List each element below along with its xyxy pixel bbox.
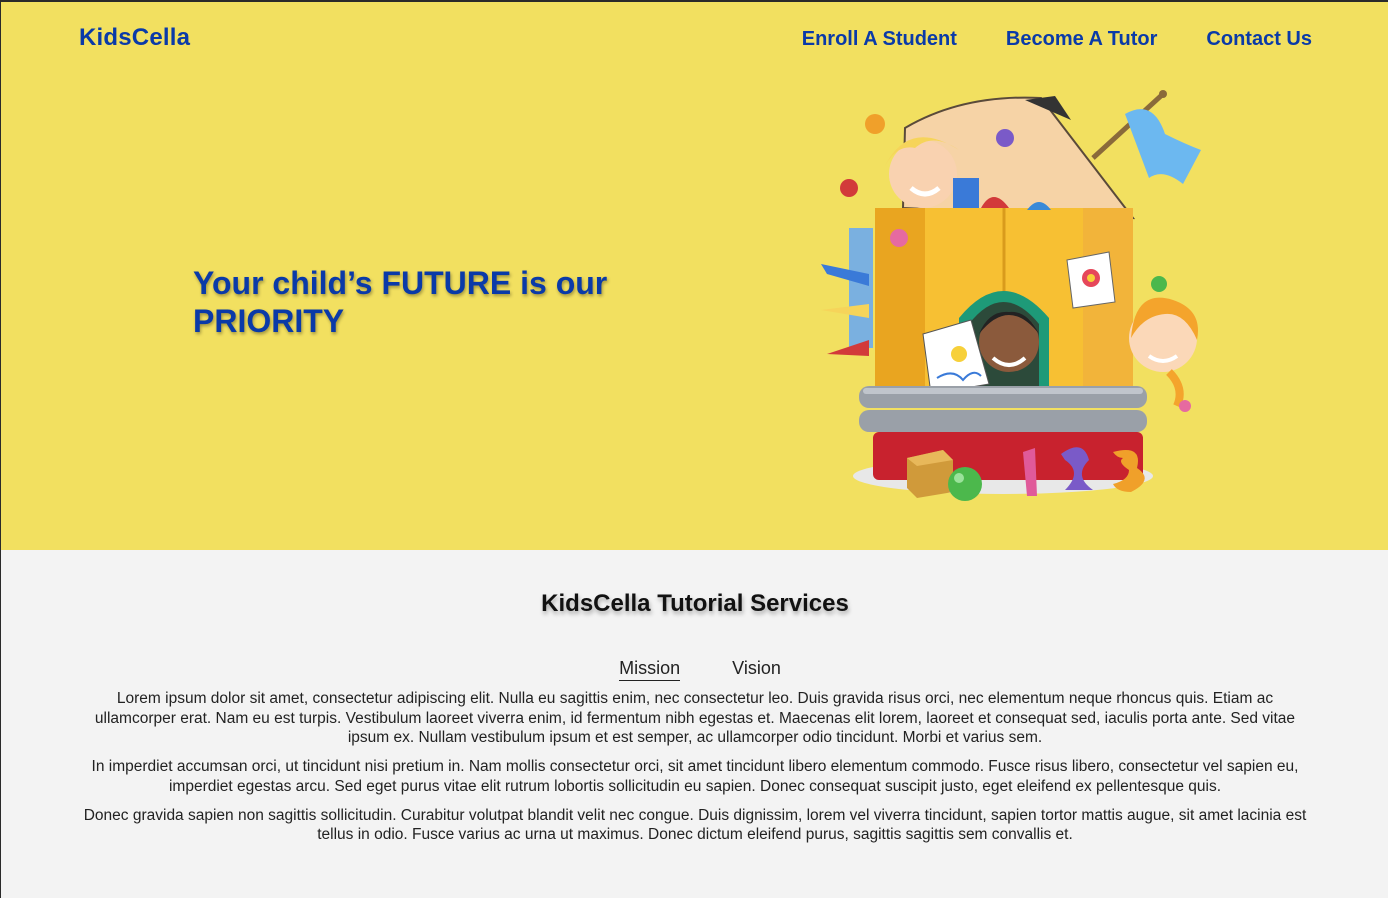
kids-book-illustration: [821, 90, 1201, 501]
services-paragraph: Donec gravida sapien non sagittis sollic…: [83, 806, 1307, 844]
services-tabs: Mission Vision: [1, 658, 1388, 681]
nav-contact-us[interactable]: Contact Us: [1206, 28, 1312, 51]
hero-headline: Your child’s FUTURE is our PRIORITY: [193, 265, 608, 339]
services-section: KidsCella Tutorial Services Mission Visi…: [0, 550, 1388, 898]
services-paragraph: In imperdiet accumsan orci, ut tincidunt…: [91, 758, 1299, 795]
tab-mission[interactable]: Mission: [619, 658, 681, 681]
services-content: Lorem ipsum dolor sit amet, consectetur …: [79, 689, 1311, 854]
services-title: KidsCella Tutorial Services: [541, 590, 849, 617]
logo[interactable]: KidsCella: [79, 24, 190, 52]
services-paragraph: Lorem ipsum dolor sit amet, consectetur …: [94, 690, 1296, 746]
nav-become-tutor[interactable]: Become A Tutor: [1006, 28, 1158, 51]
tab-vision[interactable]: Vision: [732, 658, 781, 681]
hero-section: KidsCella Enroll A Student Become A Tuto…: [0, 0, 1388, 550]
main-nav: Enroll A Student Become A Tutor Contact …: [802, 28, 1312, 51]
nav-enroll-student[interactable]: Enroll A Student: [802, 28, 957, 51]
